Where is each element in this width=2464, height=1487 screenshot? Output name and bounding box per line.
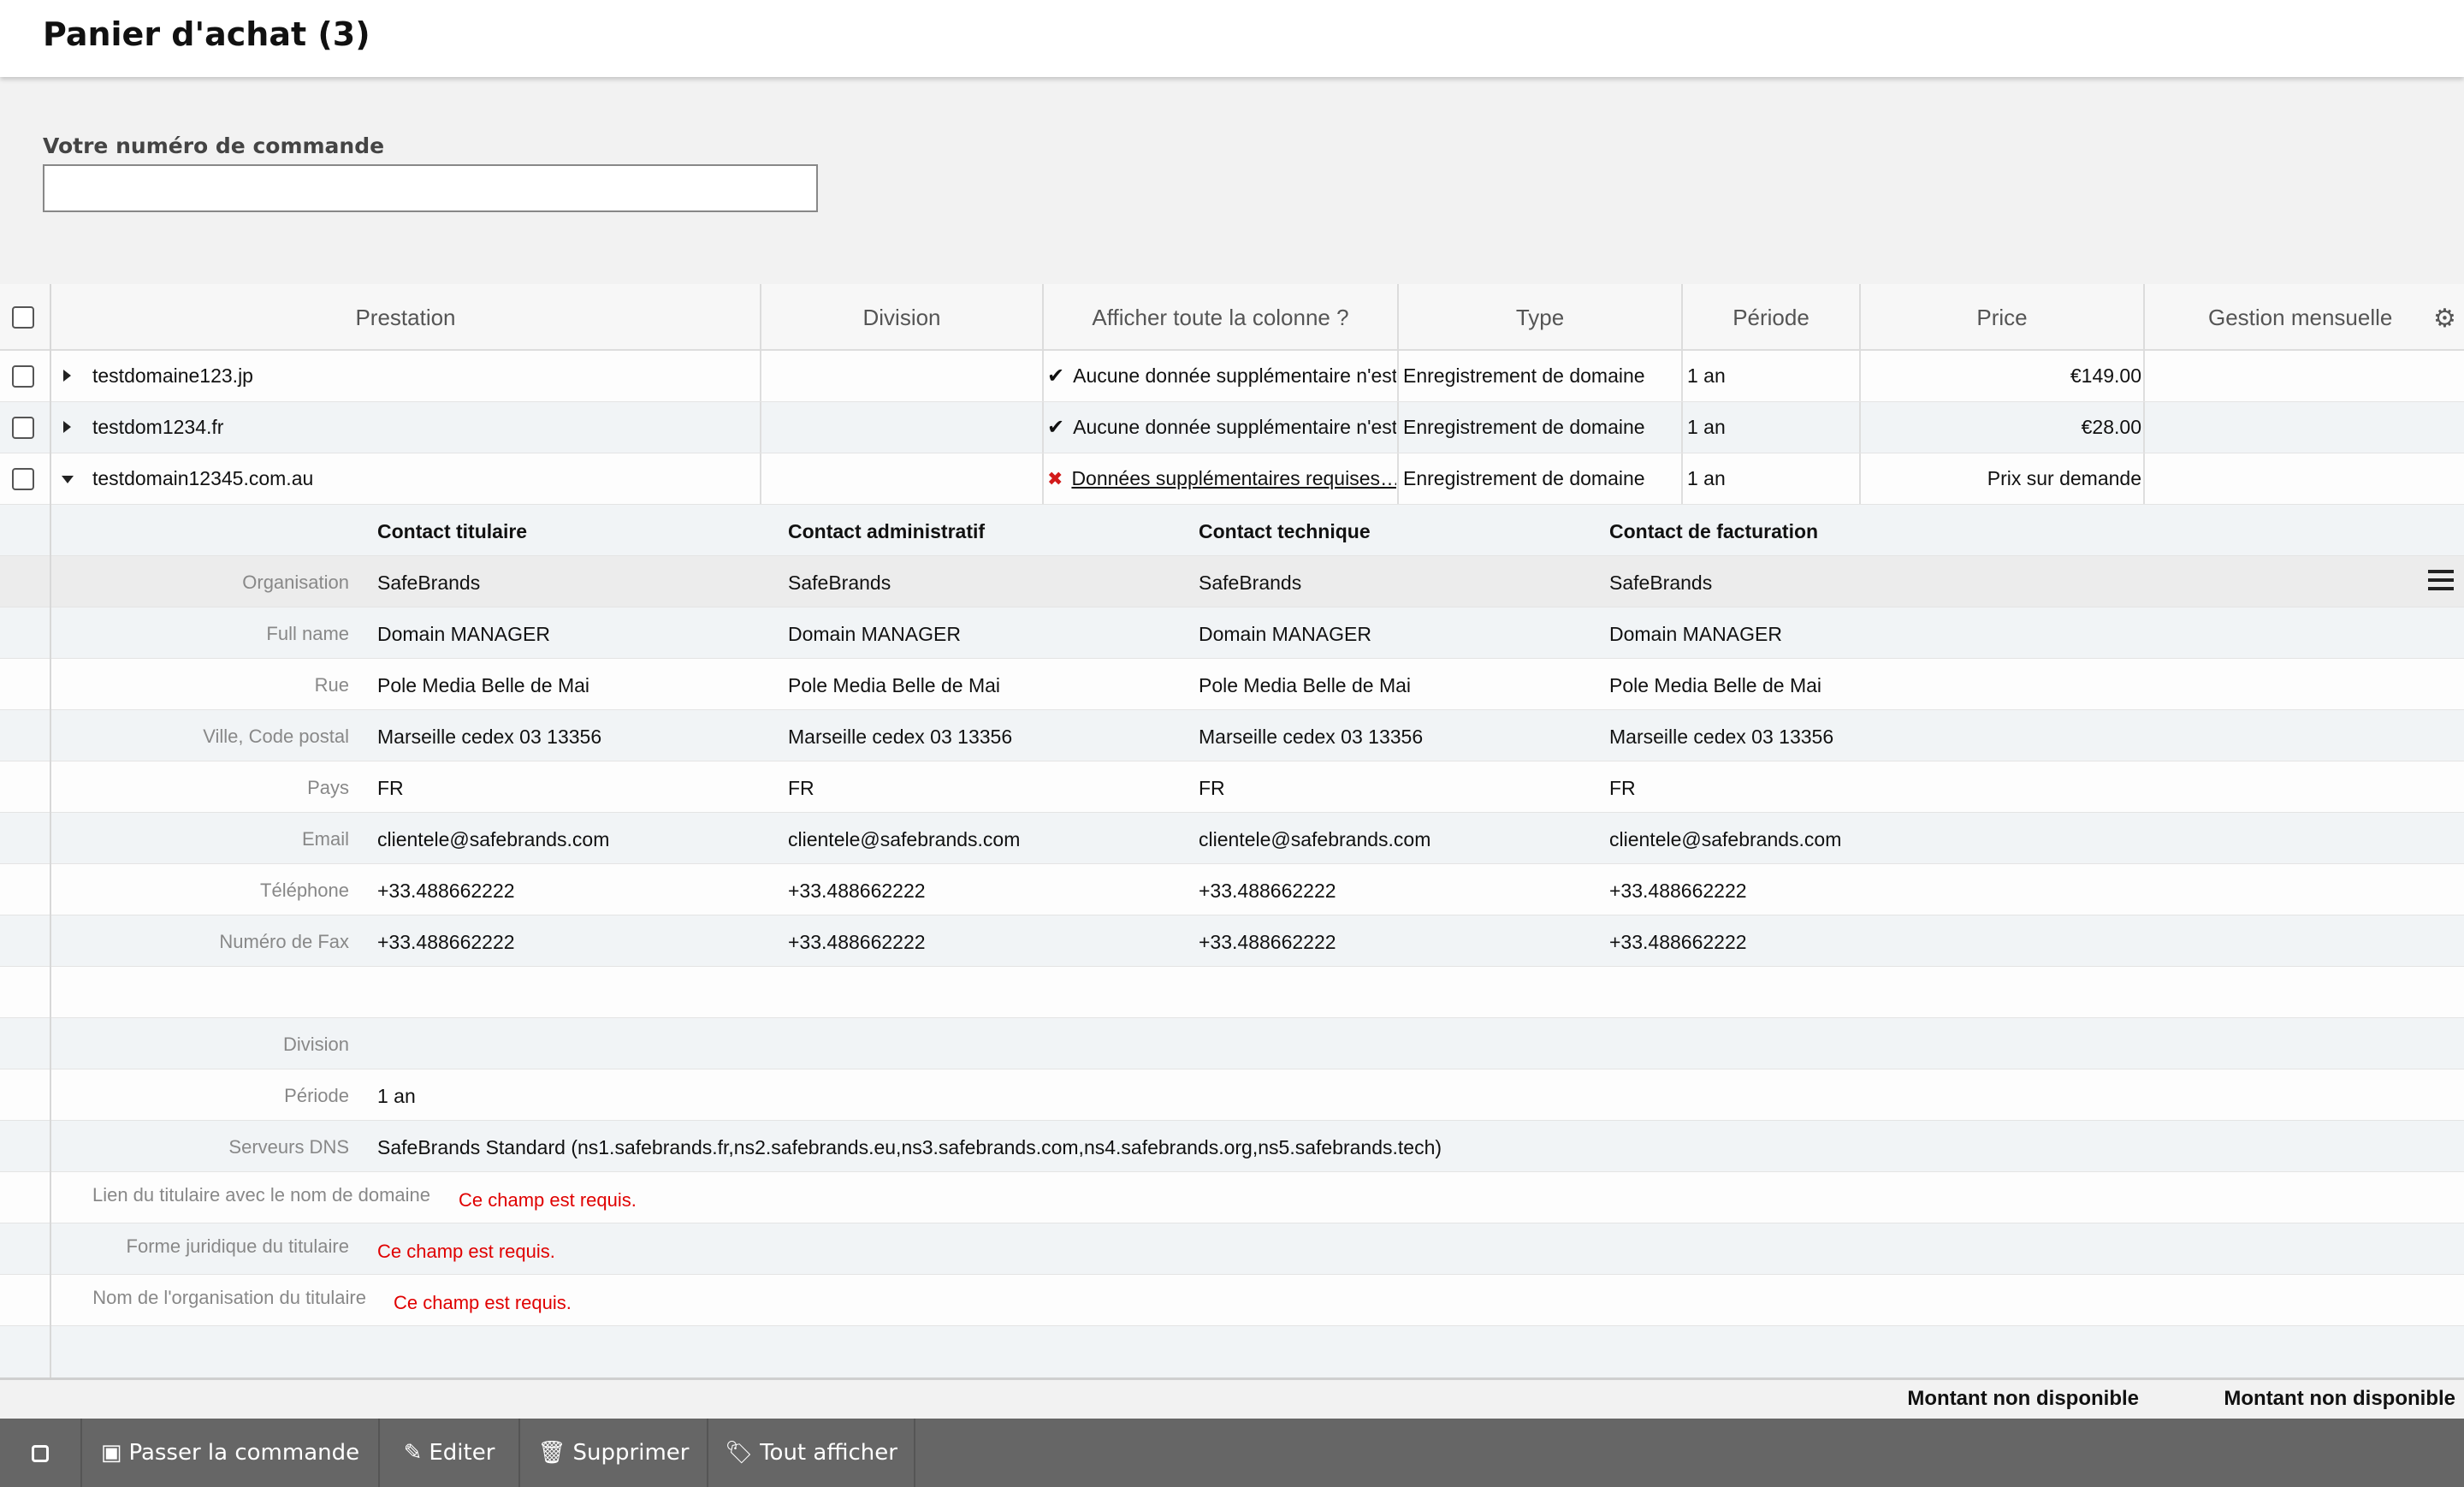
row-period: 1 an xyxy=(1687,467,1726,489)
spacer-row xyxy=(0,1326,2464,1377)
contact-row-phone: Téléphone +33.488662222 +33.488662222 +3… xyxy=(0,864,2464,915)
row-checkbox[interactable] xyxy=(12,417,34,439)
row-period: 1 an xyxy=(1687,416,1726,438)
tag-icon: 🏷 xyxy=(725,1440,754,1466)
square-icon xyxy=(32,1444,49,1462)
column-header-prestation[interactable]: Prestation xyxy=(51,284,761,351)
pencil-icon: ✎ xyxy=(403,1440,423,1466)
banknote-icon: ▣ xyxy=(100,1440,122,1466)
column-header-monthly[interactable]: Gestion mensuelle xyxy=(2145,284,2464,351)
required-row-holder-link: Lien du titulaire avec le nom de domaine… xyxy=(0,1172,2464,1223)
contact-headers-row: Contact titulaire Contact administratif … xyxy=(0,505,2464,556)
contact-row-country: Pays FR FR FR FR xyxy=(0,761,2464,813)
contact-row-street: Rue Pole Media Belle de Mai Pole Media B… xyxy=(0,659,2464,710)
field-error: Ce champ est requis. xyxy=(377,1241,555,1262)
trash-icon: 🗑 xyxy=(537,1440,566,1466)
error-cross-icon: ✖ xyxy=(1047,468,1063,489)
row-type: Enregistrement de domaine xyxy=(1403,467,1645,489)
row-price: €28.00 xyxy=(2081,416,2141,438)
grid-header-row: Prestation Division Afficher toute la co… xyxy=(0,284,2464,351)
table-row[interactable]: testdomain12345.com.au ✖ Données suppléme… xyxy=(0,453,2464,505)
contact-row-email: Email clientele@safebrands.com clientele… xyxy=(0,813,2464,864)
collapse-caret-icon[interactable] xyxy=(62,476,74,483)
bottom-toolbar: ▣ Passer la commande ✎ Editer 🗑 Supprimer 🏷… xyxy=(0,1419,2464,1487)
row-type: Enregistrement de domaine xyxy=(1403,364,1645,387)
required-row-legal-form: Forme juridique du titulaire Ce champ es… xyxy=(0,1223,2464,1275)
delete-button[interactable]: 🗑 Supprimer xyxy=(520,1419,708,1487)
expand-caret-icon[interactable] xyxy=(63,370,71,382)
column-header-show-column[interactable]: Afficher toute la colonne ? xyxy=(1044,284,1399,351)
monthly-total: Montant non disponible xyxy=(2224,1387,2455,1410)
hamburger-menu-icon[interactable] xyxy=(2428,570,2454,592)
row-extra-data[interactable]: ✖ Données supplémentaires requises… xyxy=(1047,453,1396,504)
contact-header-tech: Contact technique xyxy=(1199,520,1371,542)
show-all-button[interactable]: 🏷 Tout afficher xyxy=(708,1419,915,1487)
contact-header-admin: Contact administratif xyxy=(788,520,986,542)
edit-button[interactable]: ✎ Editer xyxy=(380,1419,520,1487)
row-extra-data: ✔Aucune donnée supplémentaire n'est requ… xyxy=(1047,364,1396,388)
column-header-period[interactable]: Période xyxy=(1683,284,1861,351)
expand-caret-icon[interactable] xyxy=(63,421,71,433)
row-checkbox[interactable] xyxy=(12,468,34,490)
gear-icon[interactable]: ⚙ xyxy=(2433,306,2456,332)
spacer-row xyxy=(0,967,2464,1018)
column-header-price[interactable]: Price xyxy=(1861,284,2145,351)
row-checkbox[interactable] xyxy=(12,365,34,388)
row-price: Prix sur demande xyxy=(1987,467,2141,489)
required-row-org-name: Nom de l'organisation du titulaire Ce ch… xyxy=(0,1275,2464,1326)
order-number-label: Votre numéro de commande xyxy=(43,133,385,158)
row-type: Enregistrement de domaine xyxy=(1403,416,1645,438)
totals-bar: Montant non disponible Montant non dispo… xyxy=(0,1377,2464,1419)
contact-row-full-name: Full name Domain MANAGER Domain MANAGER … xyxy=(0,607,2464,659)
check-icon: ✔ xyxy=(1047,364,1065,388)
page-header: Panier d'achat (3) xyxy=(0,0,2464,77)
field-error: Ce champ est requis. xyxy=(459,1189,637,1211)
row-period: 1 an xyxy=(1687,364,1726,387)
column-header-type[interactable]: Type xyxy=(1399,284,1683,351)
detail-row-period: Période 1 an xyxy=(0,1069,2464,1121)
contact-header-holder: Contact titulaire xyxy=(377,520,528,542)
row-prestation: testdomain12345.com.au xyxy=(92,467,314,489)
table-row[interactable]: testdom1234.fr ✔ Aucune donnée supplément… xyxy=(0,402,2464,453)
row-extra-data: ✔Aucune donnée supplémentaire n'est requ… xyxy=(1047,416,1396,439)
cart-grid: Prestation Division Afficher toute la co… xyxy=(0,284,2464,1377)
detail-row-division: Division xyxy=(0,1018,2464,1069)
column-header-division[interactable]: Division xyxy=(761,284,1044,351)
row-price: €149.00 xyxy=(2070,364,2141,387)
place-order-button[interactable]: ▣ Passer la commande xyxy=(82,1419,380,1487)
field-error: Ce champ est requis. xyxy=(394,1292,572,1313)
contact-row-city: Ville, Code postal Marseille cedex 03 13… xyxy=(0,710,2464,761)
check-icon: ✔ xyxy=(1047,416,1065,439)
select-all-checkbox[interactable] xyxy=(12,306,34,329)
row-prestation: testdom1234.fr xyxy=(92,416,224,438)
page-title: Panier d'achat (3) xyxy=(43,15,370,53)
contact-row-fax: Numéro de Fax +33.488662222 +33.48866222… xyxy=(0,915,2464,967)
select-toggle-button[interactable] xyxy=(0,1419,82,1487)
extra-data-required-link[interactable]: Données supplémentaires requises… xyxy=(1071,467,1396,489)
row-prestation: testdomaine123.jp xyxy=(92,364,253,387)
order-number-input[interactable] xyxy=(43,164,818,212)
table-row[interactable]: testdomaine123.jp ✔ Aucune donnée supplém… xyxy=(0,351,2464,402)
price-total: Montant non disponible xyxy=(1907,1387,2139,1410)
contact-header-billing: Contact de facturation xyxy=(1609,520,1819,542)
detail-row-dns: Serveurs DNS SafeBrands Standard (ns1.sa… xyxy=(0,1121,2464,1172)
contact-row-organisation: Organisation SafeBrands SafeBrands SafeB… xyxy=(0,556,2464,607)
gutter-divider xyxy=(50,284,51,1377)
